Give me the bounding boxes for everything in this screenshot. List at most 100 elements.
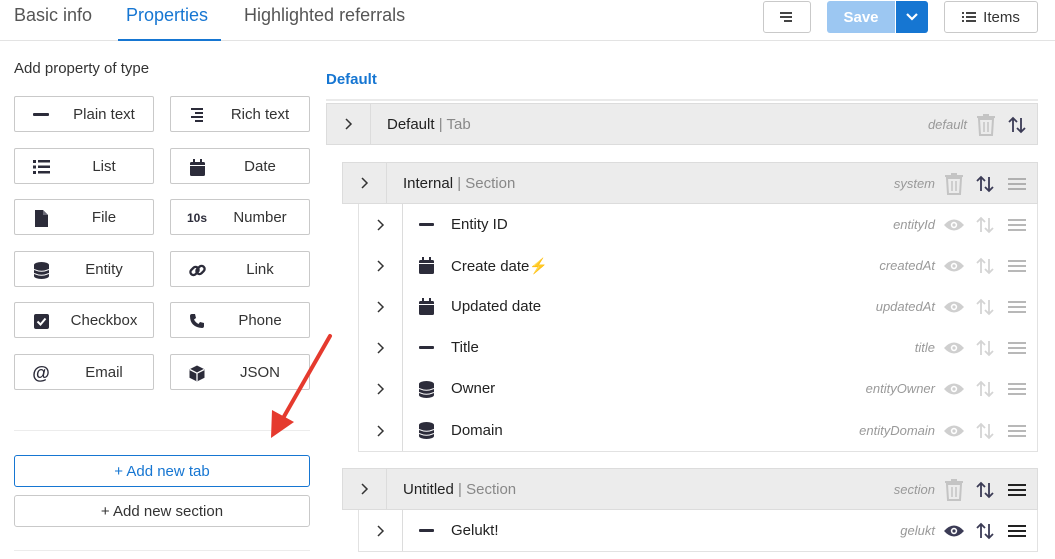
- items-button[interactable]: Items: [944, 1, 1038, 33]
- expand-button[interactable]: [359, 327, 403, 369]
- save-dropdown-button[interactable]: [896, 1, 928, 33]
- property-row[interactable]: Domain entityDomain: [358, 410, 1038, 453]
- menu-lines-icon: [780, 12, 792, 22]
- eye-icon[interactable]: [943, 524, 965, 538]
- property-title: Domain: [451, 422, 503, 439]
- property-row[interactable]: Create date⚡ createdAt: [358, 245, 1038, 288]
- expand-button[interactable]: [359, 286, 403, 328]
- property-key: entityDomain: [859, 422, 935, 438]
- sort-icon[interactable]: [975, 522, 995, 540]
- property-type-list[interactable]: List: [14, 148, 154, 184]
- eye-icon[interactable]: [943, 382, 965, 396]
- property-type-label: Checkbox: [70, 311, 138, 329]
- tab-name: Default: [387, 116, 435, 133]
- property-key: createdAt: [879, 257, 935, 273]
- drag-handle-icon[interactable]: [1007, 175, 1027, 193]
- eye-icon[interactable]: [943, 259, 965, 273]
- property-title: Entity ID: [451, 216, 508, 233]
- add-new-section-button[interactable]: + Add new section: [14, 495, 310, 527]
- trash-icon[interactable]: [943, 172, 965, 196]
- sort-icon[interactable]: [1007, 114, 1027, 136]
- minus-icon: [417, 522, 435, 540]
- section-row-internal[interactable]: Internal | Section system: [342, 162, 1038, 204]
- property-row[interactable]: Gelukt! gelukt: [358, 510, 1038, 552]
- drag-handle-icon[interactable]: [1007, 383, 1027, 396]
- tab-default[interactable]: Default: [326, 71, 377, 88]
- items-label: Items: [983, 8, 1020, 26]
- drag-handle-icon[interactable]: [1007, 424, 1027, 437]
- chevron-right-icon: [344, 118, 352, 130]
- property-row[interactable]: Updated date updatedAt: [358, 286, 1038, 329]
- chevron-right-icon: [376, 383, 384, 395]
- property-row[interactable]: Title title: [358, 327, 1038, 370]
- trash-icon[interactable]: [943, 478, 965, 502]
- at-icon: @: [32, 362, 50, 383]
- menu-button[interactable]: [763, 1, 811, 33]
- minus-icon: [417, 339, 435, 357]
- property-type-file[interactable]: File: [14, 199, 154, 235]
- drag-handle-icon[interactable]: [1007, 342, 1027, 355]
- tab-highlighted-referrals[interactable]: Highlighted referrals: [244, 0, 405, 41]
- tab-row-default[interactable]: Default | Tab default: [326, 103, 1038, 145]
- add-new-tab-button[interactable]: + Add new tab: [14, 455, 310, 487]
- property-type-email[interactable]: @ Email: [14, 354, 154, 390]
- property-type-label: Link: [246, 260, 274, 278]
- property-type-checkbox[interactable]: Checkbox: [14, 302, 154, 338]
- expand-button[interactable]: [343, 163, 387, 203]
- expand-button[interactable]: [359, 245, 403, 287]
- phone-icon: [187, 312, 207, 330]
- tab-properties[interactable]: Properties: [118, 0, 221, 41]
- chevron-right-icon: [376, 301, 384, 313]
- property-type-entity[interactable]: Entity: [14, 251, 154, 287]
- sort-icon[interactable]: [975, 339, 995, 357]
- expand-button[interactable]: [359, 204, 403, 246]
- align-right-icon: [187, 106, 207, 124]
- drag-handle-icon[interactable]: [1007, 218, 1027, 231]
- checkbox-icon: [31, 312, 51, 330]
- expand-button[interactable]: [359, 368, 403, 410]
- chevron-right-icon: [360, 177, 368, 189]
- sort-icon[interactable]: [975, 173, 995, 195]
- property-row[interactable]: Owner entityOwner: [358, 368, 1038, 411]
- property-name: Domain: [451, 421, 503, 439]
- tab-basic-info[interactable]: Basic info: [14, 0, 92, 41]
- sort-icon[interactable]: [975, 479, 995, 501]
- property-type-label: Number: [233, 208, 287, 226]
- eye-icon[interactable]: [943, 300, 965, 314]
- list-icon: [962, 12, 977, 22]
- tab-underline: [326, 99, 1038, 101]
- drag-handle-icon[interactable]: [1007, 300, 1027, 313]
- expand-button[interactable]: [359, 510, 403, 551]
- section-kind: | Section: [457, 175, 516, 192]
- sort-icon[interactable]: [975, 216, 995, 234]
- property-type-label: Phone: [238, 311, 282, 329]
- save-button[interactable]: Save: [827, 1, 895, 33]
- add-property-title: Add property of type: [14, 60, 150, 77]
- tab-key: default: [927, 117, 967, 132]
- property-type-rich-text[interactable]: Rich text: [170, 96, 310, 132]
- sort-icon[interactable]: [975, 257, 995, 275]
- property-row[interactable]: Entity ID entityId: [358, 204, 1038, 247]
- sort-icon[interactable]: [975, 380, 995, 398]
- section-name: Internal: [403, 175, 454, 192]
- expand-button[interactable]: [343, 469, 387, 509]
- tab-title: Default | Tab: [387, 116, 471, 133]
- minus-icon: [31, 106, 51, 124]
- eye-icon[interactable]: [943, 218, 965, 232]
- drag-handle-icon[interactable]: [1007, 524, 1027, 537]
- drag-handle-icon[interactable]: [1007, 259, 1027, 272]
- property-type-plain-text[interactable]: Plain text: [14, 96, 154, 132]
- expand-button[interactable]: [359, 410, 403, 452]
- section-row-untitled[interactable]: Untitled | Section section: [342, 468, 1038, 510]
- property-type-date[interactable]: Date: [170, 148, 310, 184]
- property-type-number[interactable]: 10s Number: [170, 199, 310, 235]
- trash-icon[interactable]: [975, 113, 997, 137]
- list-icon: [31, 158, 51, 176]
- expand-button[interactable]: [327, 104, 371, 144]
- sort-icon[interactable]: [975, 422, 995, 440]
- eye-icon[interactable]: [943, 424, 965, 438]
- drag-handle-icon[interactable]: [1007, 481, 1027, 499]
- eye-icon[interactable]: [943, 341, 965, 355]
- sort-icon[interactable]: [975, 298, 995, 316]
- property-type-link[interactable]: Link: [170, 251, 310, 287]
